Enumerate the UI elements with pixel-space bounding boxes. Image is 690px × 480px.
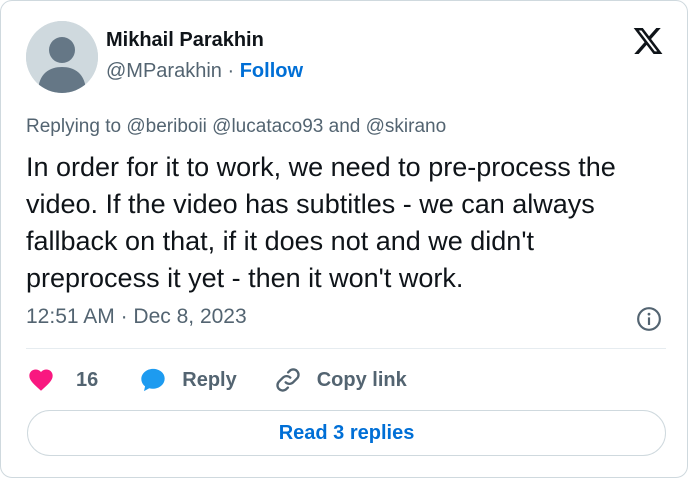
reply-context-conjunction: and: [328, 116, 361, 137]
like-button[interactable]: 16: [26, 366, 98, 394]
default-avatar-icon: [26, 21, 98, 93]
separator-dot: ·: [120, 305, 128, 328]
copy-link-label: Copy link: [316, 368, 407, 391]
reply-label: Reply: [182, 368, 237, 391]
copy-link-button[interactable]: Copy link: [273, 366, 407, 394]
action-bar: 16 Reply Copy link: [26, 365, 407, 395]
mention-link[interactable]: @lucataco93: [212, 116, 323, 137]
reply-context: Replying to @beriboii @lucataco93 and @s…: [26, 116, 446, 138]
timestamp[interactable]: 12:51 AM · Dec 8, 2023: [26, 305, 247, 329]
separator-dot: ·: [227, 60, 235, 82]
avatar[interactable]: [26, 21, 98, 93]
author-handle[interactable]: @MParakhin: [106, 60, 222, 82]
info-icon[interactable]: [636, 306, 662, 332]
x-logo-icon[interactable]: [631, 25, 665, 57]
divider: [26, 348, 666, 349]
mention-link[interactable]: @beriboii: [126, 116, 207, 137]
speech-bubble-icon: [141, 368, 165, 392]
tweet-date: Dec 8, 2023: [133, 305, 247, 328]
author-name[interactable]: Mikhail Parakhin: [106, 29, 264, 52]
author-handle-row: @MParakhin · Follow: [106, 60, 303, 83]
reply-button[interactable]: Reply: [138, 366, 237, 394]
tweet-time: 12:51 AM: [26, 305, 115, 328]
heart-icon: [29, 369, 53, 391]
link-icon: [276, 368, 300, 392]
follow-button[interactable]: Follow: [240, 60, 303, 82]
read-replies-button[interactable]: Read 3 replies: [27, 410, 666, 456]
mention-link[interactable]: @skirano: [366, 116, 447, 137]
tweet-card: Mikhail Parakhin @MParakhin · Follow Rep…: [0, 0, 688, 478]
like-count: 16: [76, 368, 99, 391]
tweet-text: In order for it to work, we need to pre-…: [26, 152, 616, 293]
reply-context-prefix: Replying to: [26, 116, 122, 137]
